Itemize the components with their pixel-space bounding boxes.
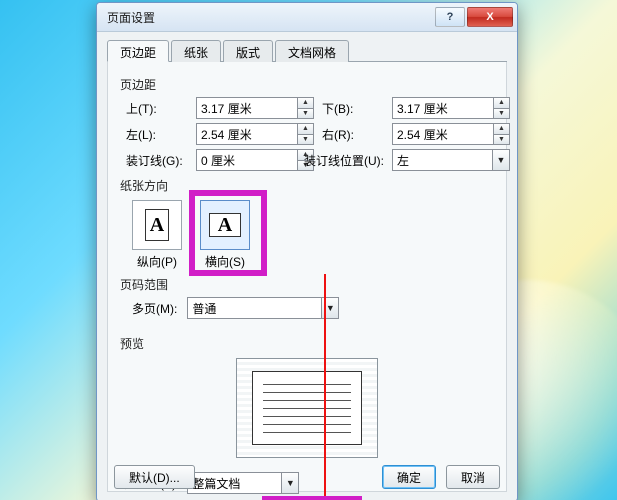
cancel-button[interactable]: 取消 [446,465,500,489]
pagerange-heading: 页码范围 [120,276,496,293]
landscape-caption: 横向(S) [200,253,250,270]
gutter-pos-value: 左 [393,150,492,170]
tab-grid[interactable]: 文档网格 [275,40,349,62]
tab-margins[interactable]: 页边距 [107,40,169,62]
right-label: 右(R): [322,126,384,143]
orientation-heading: 纸张方向 [120,177,496,194]
bottom-label: 下(B): [322,100,384,117]
annotation-dropdown-option: 插入点之后 [262,496,362,500]
default-button[interactable]: 默认(D)... [114,465,195,489]
margins-grid: 上(T): ▲▼ 下(B): ▲▼ 左(L): ▲▼ 右(R): [126,97,496,171]
close-button[interactable]: X [467,7,513,27]
orientation-landscape[interactable]: A 横向(S) [200,200,250,270]
bottom-spinner[interactable]: ▲▼ [392,97,510,119]
tab-bar: 页边距 纸张 版式 文档网格 [107,39,507,62]
spin-up-icon[interactable]: ▲ [494,98,509,109]
portrait-page-icon: A [145,209,169,241]
preview-page-icon [252,371,362,445]
preview-box [236,358,378,458]
landscape-page-icon: A [209,213,241,237]
client-area: 页边距 纸张 版式 文档网格 页边距 上(T): ▲▼ 下(B): ▲▼ 左(L… [107,39,507,491]
tab-paper[interactable]: 纸张 [171,40,221,62]
dialog-footer: 默认(D)... 确定 取消 [108,459,506,491]
gutter-input[interactable] [197,150,297,170]
preview-heading: 预览 [120,335,496,352]
gutter-pos-label: 装订线位置(U): [304,152,384,169]
multipage-select[interactable]: 普通 ▼ [187,297,339,319]
orientation-portrait[interactable]: A 纵向(P) [132,200,182,270]
top-input[interactable] [197,98,297,118]
gutter-spinner[interactable]: ▲▼ [196,149,314,171]
spin-down-icon[interactable]: ▼ [494,135,509,145]
gutter-pos-select[interactable]: 左 ▼ [392,149,510,171]
spin-down-icon[interactable]: ▼ [298,135,313,145]
spin-up-icon[interactable]: ▲ [298,98,313,109]
spin-down-icon[interactable]: ▼ [298,109,313,119]
left-input[interactable] [197,124,297,144]
tab-layout[interactable]: 版式 [223,40,273,62]
gutter-label: 装订线(G): [126,152,188,169]
right-input[interactable] [393,124,493,144]
right-spinner[interactable]: ▲▼ [392,123,510,145]
page-setup-dialog: 页面设置 ? X 页边距 纸张 版式 文档网格 页边距 上(T): ▲▼ 下(B… [96,2,518,500]
help-button[interactable]: ? [435,7,465,27]
top-label: 上(T): [126,100,188,117]
tab-panel-margins: 页边距 上(T): ▲▼ 下(B): ▲▼ 左(L): ▲▼ 右(R): [107,62,507,492]
orientation-row: A 纵向(P) A 横向(S) [132,200,496,270]
top-spinner[interactable]: ▲▼ [196,97,314,119]
left-spinner[interactable]: ▲▼ [196,123,314,145]
spin-up-icon[interactable]: ▲ [494,124,509,135]
spin-down-icon[interactable]: ▼ [494,109,509,119]
dialog-title: 页面设置 [107,9,433,26]
bottom-input[interactable] [393,98,493,118]
margins-heading: 页边距 [120,76,496,93]
left-label: 左(L): [126,126,188,143]
ok-button[interactable]: 确定 [382,465,436,489]
chevron-down-icon[interactable]: ▼ [321,298,338,318]
spin-up-icon[interactable]: ▲ [298,124,313,135]
portrait-caption: 纵向(P) [132,253,182,270]
multipage-label: 多页(M): [132,300,177,317]
multipage-value: 普通 [188,298,321,318]
titlebar: 页面设置 ? X [97,3,517,32]
chevron-down-icon[interactable]: ▼ [492,150,509,170]
